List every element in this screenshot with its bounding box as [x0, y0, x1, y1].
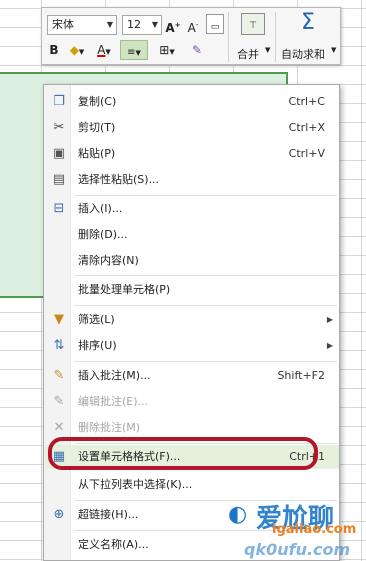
menu-item-label: 排序(U) [78, 339, 117, 352]
merge-label[interactable]: 合并 [237, 46, 259, 62]
font-color-button[interactable]: A▼ [92, 40, 116, 60]
menu-item-label: 编辑批注(E)... [78, 395, 149, 408]
hyperlink-icon: ⊕ [53, 507, 65, 522]
sort-icon: ⇅ [53, 338, 65, 353]
font-size-value: 12 [127, 18, 141, 31]
menu-item-label: 定义名称(A)... [78, 538, 149, 551]
chevron-down-icon: ▼ [151, 20, 158, 29]
submenu-arrow-icon: ▶ [326, 341, 333, 350]
autosum-button[interactable]: Σ [297, 10, 319, 36]
clear-format-button[interactable]: ▭ [206, 14, 224, 34]
menu-separator [74, 195, 337, 196]
merge-cells-button[interactable]: ⊤ [241, 13, 265, 35]
watermark: ◐ 爱尬聊 igaliao.com qk0ufu.com [200, 478, 366, 561]
menu-item-label: 超链接(H)... [78, 508, 139, 521]
paste-special-icon: ▤ [52, 172, 66, 187]
menu-item-label: 复制(C) [78, 95, 117, 108]
clear-format-icon: ▭ [210, 22, 220, 32]
menu-item-label: 剪切(T) [78, 121, 116, 134]
font-name-select[interactable]: 宋体 ▼ [47, 15, 117, 35]
chevron-down-icon[interactable]: ▼ [331, 46, 336, 54]
edit-comment-icon: ✎ [53, 394, 65, 409]
delete-comment-icon: ✕ [53, 420, 65, 435]
menu-separator [74, 305, 337, 306]
menu-item-edit-comment: ✎ 编辑批注(E)... [45, 390, 339, 414]
watermark-logo-icon: ◐ [228, 502, 248, 527]
menu-separator [74, 361, 337, 362]
sigma-icon: Σ [301, 10, 315, 35]
borders-button[interactable]: ⊞▼ [154, 40, 180, 60]
insert-comment-icon: ✎ [53, 368, 65, 383]
menu-item-insert[interactable]: ⊟ 插入(I)... [45, 197, 339, 221]
chevron-down-icon: ▼ [106, 20, 113, 29]
merge-cells-icon: ⊤ [249, 21, 257, 31]
menu-item-paste[interactable]: ▣ 粘贴(P) Ctrl+V [45, 142, 339, 166]
menu-item-clear-contents[interactable]: 清除内容(N) [45, 249, 339, 273]
font-size-select[interactable]: 12 ▼ [122, 15, 162, 35]
menu-item-label: 筛选(L) [78, 313, 115, 326]
watermark-url-secondary: qk0ufu.com [244, 540, 351, 559]
autosum-label[interactable]: 自动求和 [281, 46, 325, 62]
menu-item-label: 批量处理单元格(P) [78, 283, 171, 296]
menu-item-shortcut: Shift+F2 [277, 369, 325, 382]
menu-item-label: 从下拉列表中选择(K)... [78, 478, 193, 491]
menu-item-filter[interactable]: ▼ 筛选(L) ▶ [45, 308, 339, 332]
menu-item-batch-process[interactable]: 批量处理单元格(P) [45, 278, 339, 302]
insert-cells-icon: ⊟ [53, 201, 65, 216]
submenu-arrow-icon: ▶ [326, 315, 333, 324]
paint-bucket-icon: ◆ [69, 43, 79, 57]
menu-item-shortcut: Ctrl+X [288, 121, 325, 134]
menu-item-label: 删除(D)... [78, 228, 128, 241]
bold-icon: B [49, 43, 59, 57]
watermark-url: igaliao.com [272, 522, 357, 537]
menu-item-cut[interactable]: ✂ 剪切(T) Ctrl+X [45, 116, 339, 140]
menu-item-label: 清除内容(N) [78, 254, 139, 267]
menu-item-label: 选择性粘贴(S)... [78, 173, 160, 186]
toolbar-divider [228, 12, 229, 62]
menu-item-label: 插入(I)... [78, 202, 123, 215]
align-center-icon: ≡ [127, 47, 136, 58]
font-name-value: 宋体 [52, 18, 74, 31]
menu-item-copy[interactable]: ❐ 复制(C) Ctrl+C [45, 90, 339, 114]
borders-icon: ⊞ [159, 43, 170, 57]
paste-icon: ▣ [52, 146, 66, 161]
menu-separator [74, 275, 337, 276]
menu-item-sort[interactable]: ⇅ 排序(U) ▶ [45, 334, 339, 358]
fill-color-button[interactable]: ◆▼ [66, 40, 88, 60]
menu-item-label: 插入批注(M)... [78, 369, 151, 382]
scissors-icon: ✂ [53, 120, 65, 135]
menu-item-delete[interactable]: 删除(D)... [45, 223, 339, 247]
format-painter-button[interactable]: ✎ [184, 40, 210, 60]
menu-item-label: 粘贴(P) [78, 147, 116, 160]
filter-icon: ▼ [54, 312, 64, 327]
align-button[interactable]: ≡▼ [120, 40, 148, 60]
menu-item-shortcut: Ctrl+V [288, 147, 325, 160]
toolbar-divider [275, 12, 276, 62]
bold-button[interactable]: B [47, 40, 61, 60]
shrink-font-icon: A [187, 21, 196, 35]
format-painter-icon: ✎ [191, 43, 203, 57]
chevron-down-icon[interactable]: ▼ [265, 46, 270, 54]
menu-item-paste-special[interactable]: ▤ 选择性粘贴(S)... [45, 168, 339, 192]
menu-item-shortcut: Ctrl+C [288, 95, 325, 108]
increase-font-size-button[interactable]: A+ [165, 15, 181, 35]
copy-icon: ❐ [53, 94, 65, 109]
highlight-outline [48, 437, 318, 470]
grow-font-icon: A [165, 21, 175, 35]
mini-toolbar: 宋体 ▼ 12 ▼ A+ A- ▭ B ◆▼ A▼ ≡▼ ⊞▼ ✎ ⊤ 合并 ▼… [41, 7, 341, 65]
decrease-font-size-button[interactable]: A- [185, 15, 201, 35]
menu-item-insert-comment[interactable]: ✎ 插入批注(M)... Shift+F2 [45, 364, 339, 388]
